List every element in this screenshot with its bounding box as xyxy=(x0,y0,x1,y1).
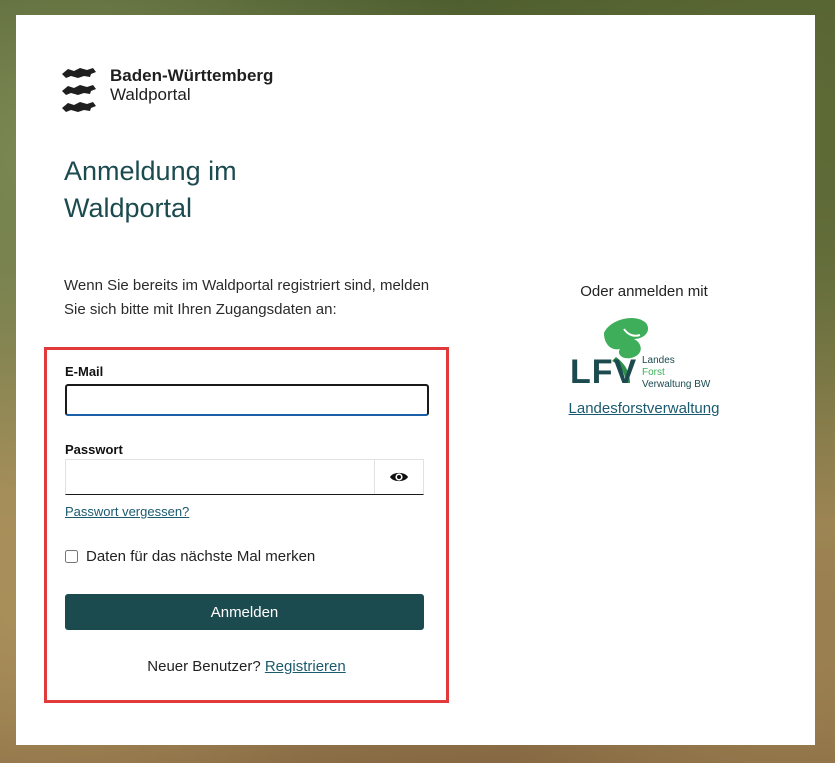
forgot-password-link[interactable]: Passwort vergessen? xyxy=(65,504,189,519)
remember-me[interactable]: Daten für das nächste Mal merken xyxy=(65,548,315,565)
password-label: Passwort xyxy=(65,442,123,457)
alternative-login: Oder anmelden mit LFV Landes Forst Verwa… xyxy=(546,283,742,417)
intro-text: Wenn Sie bereits im Waldportal registrie… xyxy=(64,277,430,318)
eye-icon xyxy=(390,472,408,482)
new-user-text: Neuer Benutzer? xyxy=(147,658,261,675)
remember-label: Daten für das nächste Mal merken xyxy=(86,548,316,565)
register-link[interactable]: Registrieren xyxy=(265,658,346,675)
email-field[interactable] xyxy=(65,384,429,416)
login-button[interactable]: Anmelden xyxy=(65,594,424,630)
lfv-line3: Verwaltung BW xyxy=(642,379,711,390)
brand-subtitle: Waldportal xyxy=(110,85,191,104)
show-password-button[interactable] xyxy=(374,460,423,494)
register-line: Neuer Benutzer? Registrieren xyxy=(47,658,446,675)
lfv-login-link[interactable]: Landesforstverwaltung xyxy=(546,400,742,417)
password-field[interactable] xyxy=(66,460,378,494)
lfv-logo[interactable]: LFV Landes Forst Verwaltung BW xyxy=(564,313,724,393)
password-field-wrapper xyxy=(65,459,424,495)
remember-checkbox[interactable] xyxy=(65,550,78,563)
login-card: Baden-Württemberg Waldportal Anmeldung i… xyxy=(16,15,815,745)
lfv-line1: Landes xyxy=(642,355,675,366)
page-title: Anmeldung im Waldportal xyxy=(64,156,237,223)
lfv-line2: Forst xyxy=(642,367,665,378)
brand-title: Baden-Württemberg xyxy=(110,66,274,85)
coat-of-arms-icon xyxy=(62,68,96,112)
alt-login-heading: Oder anmelden mit xyxy=(580,283,708,300)
login-form: E-Mail Passwort Passwort vergessen? Date… xyxy=(44,347,449,703)
email-label: E-Mail xyxy=(65,364,104,379)
brand-logo: Baden-Württemberg Waldportal xyxy=(60,65,273,115)
lfv-letters: LFV xyxy=(570,353,638,391)
